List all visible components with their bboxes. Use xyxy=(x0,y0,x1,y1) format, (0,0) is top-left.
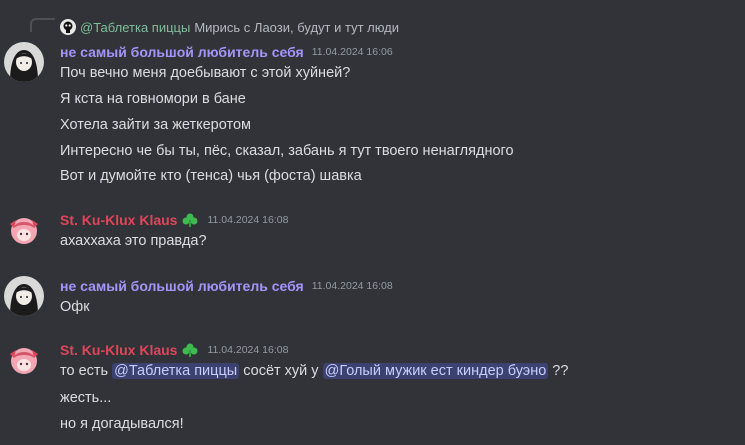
message-text-segment: сосёт хуй у xyxy=(239,363,323,379)
message-text: Офк xyxy=(60,299,90,315)
skull-avatar-icon xyxy=(60,19,76,35)
chat-messages: @Таблетка пиццы Мирись с Лаози, будут и … xyxy=(0,0,745,445)
reply-preview[interactable]: @Таблетка пиццы Мирись с Лаози, будут и … xyxy=(60,18,399,36)
username[interactable]: не самый большой любитель себя xyxy=(60,44,304,60)
avatar[interactable] xyxy=(4,276,44,316)
message-header: не самый большой любитель себя 11.04.202… xyxy=(60,42,393,62)
message-text-segment: ?? xyxy=(548,363,569,379)
message-text: Я кста на говномори в бане xyxy=(60,91,246,107)
timestamp[interactable]: 11.04.2024 16:08 xyxy=(207,344,288,356)
user-mention[interactable]: @Голый мужик ест киндер буэно xyxy=(322,363,549,379)
username[interactable]: не самый большой любитель себя xyxy=(60,278,304,294)
message-text: Вот и думойте кто (тенса) чья (фоста) ша… xyxy=(60,168,362,184)
message-text: то есть @Таблетка пиццы сосёт хуй у @Гол… xyxy=(60,361,568,381)
message-text: ахаххаха это правда? xyxy=(60,233,207,249)
message-text: Хотела зайти за жеткеротом xyxy=(60,117,252,133)
username[interactable]: St. Ku-Klux Klaus xyxy=(60,342,177,358)
message-text: Интересно че бы ты, пёс, сказал, забань … xyxy=(60,143,514,159)
username[interactable]: St. Ku-Klux Klaus xyxy=(60,212,177,228)
reply-connector xyxy=(30,18,55,32)
message-header: St. Ku-Klux Klaus 11.04.2024 16:08 xyxy=(60,340,288,360)
avatar[interactable] xyxy=(4,210,44,250)
reply-text[interactable]: Мирись с Лаози, будут и тут люди xyxy=(194,20,399,35)
timestamp[interactable]: 11.04.2024 16:08 xyxy=(312,280,393,292)
message-text: жесть... xyxy=(60,390,112,406)
message-text: Поч вечно меня доебывают с этой хуйней? xyxy=(60,65,351,81)
timestamp[interactable]: 11.04.2024 16:08 xyxy=(207,214,288,226)
green-leaf-role-icon[interactable] xyxy=(181,342,199,358)
message-header: St. Ku-Klux Klaus 11.04.2024 16:08 xyxy=(60,210,288,230)
avatar[interactable] xyxy=(4,42,44,82)
avatar[interactable] xyxy=(4,340,44,380)
message-text-segment: то есть xyxy=(60,363,113,379)
user-mention[interactable]: @Таблетка пиццы xyxy=(112,363,240,379)
message-text: но я догадывался! xyxy=(60,416,184,432)
green-leaf-role-icon[interactable] xyxy=(181,212,199,228)
timestamp[interactable]: 11.04.2024 16:06 xyxy=(312,46,393,58)
message-header: не самый большой любитель себя 11.04.202… xyxy=(60,276,393,296)
reply-mention[interactable]: @Таблетка пиццы xyxy=(80,20,190,35)
